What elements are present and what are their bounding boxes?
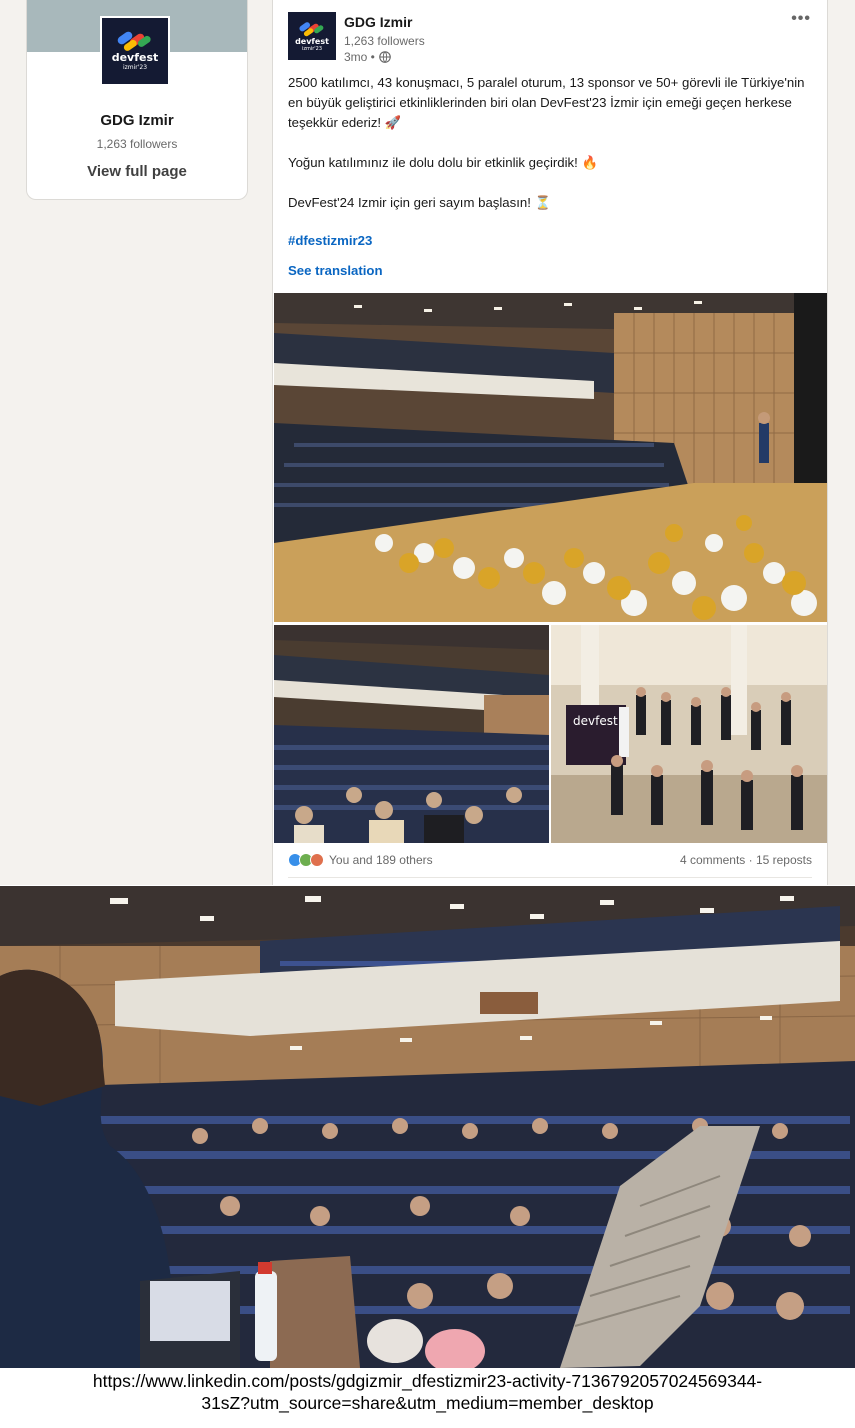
post-paragraph: Yoğun katılımınız ile dolu dolu bir etki… (288, 155, 598, 170)
url-line[interactable]: https://www.linkedin.com/posts/gdgizmir_… (0, 1370, 855, 1392)
svg-text:devfest: devfest (573, 714, 618, 728)
devfest-lobby-crowd-photo[interactable]: devfest (551, 625, 827, 843)
feed-post: devfest izmir'23 GDG Izmir 1,263 followe… (272, 0, 828, 885)
speaker-view-auditorium-photo (0, 886, 855, 1368)
devfest-logo[interactable]: devfest izmir'23 (100, 16, 170, 86)
post-time: 3mo • (344, 50, 375, 64)
actor-name[interactable]: GDG Izmir (344, 14, 412, 30)
logo-subtext: izmir'23 (301, 45, 323, 52)
reactions-summary[interactable]: You and 189 others (288, 853, 433, 867)
divider (288, 877, 812, 878)
love-reaction-icon (310, 853, 324, 867)
post-paragraph: DevFest'24 Izmir için geri sayım başlası… (288, 195, 551, 210)
view-full-page-link[interactable]: View full page (27, 163, 247, 180)
follower-count: 1,263 followers (96, 137, 178, 151)
reaction-count[interactable]: You and 189 others (329, 853, 433, 867)
post-body: 2500 katılımcı, 43 konuşmacı, 5 paralel … (288, 73, 818, 213)
auditorium-stage-balls-photo[interactable] (274, 293, 827, 622)
comments-reposts-count[interactable]: 4 comments · 15 reposts (680, 853, 812, 867)
actor-avatar[interactable]: devfest izmir'23 (288, 12, 336, 60)
devfest-logo-icon (299, 21, 324, 36)
linkedin-screenshot: devfest izmir'23 GDG Izmir 1,263 followe… (0, 0, 855, 885)
logo-text: devfest (111, 51, 159, 64)
company-name[interactable]: GDG Izmir (27, 112, 247, 129)
source-url-caption: https://www.linkedin.com/posts/gdgizmir_… (0, 1370, 855, 1414)
see-translation-button[interactable]: See translation (288, 263, 383, 278)
hashtag-link[interactable]: #dfestizmir23 (288, 233, 372, 248)
devfest-logo-icon (117, 31, 151, 51)
logo-subtext: izmir'23 (122, 64, 148, 71)
more-options-button[interactable]: ••• (791, 10, 811, 28)
post-timestamp: 3mo • (344, 50, 391, 64)
post-paragraph: 2500 katılımcı, 43 konuşmacı, 5 paralel … (288, 75, 805, 130)
actor-followers: 1,263 followers (344, 34, 425, 48)
logo-text: devfest (295, 36, 329, 46)
social-activity-bar: You and 189 others 4 comments · 15 repos… (288, 853, 812, 871)
company-profile-card: devfest izmir'23 GDG Izmir 1,263 followe… (26, 0, 248, 200)
url-line[interactable]: 31sZ?utm_source=share&utm_medium=member_… (0, 1392, 855, 1414)
globe-icon (379, 51, 391, 63)
auditorium-audience-photo[interactable] (274, 625, 549, 843)
